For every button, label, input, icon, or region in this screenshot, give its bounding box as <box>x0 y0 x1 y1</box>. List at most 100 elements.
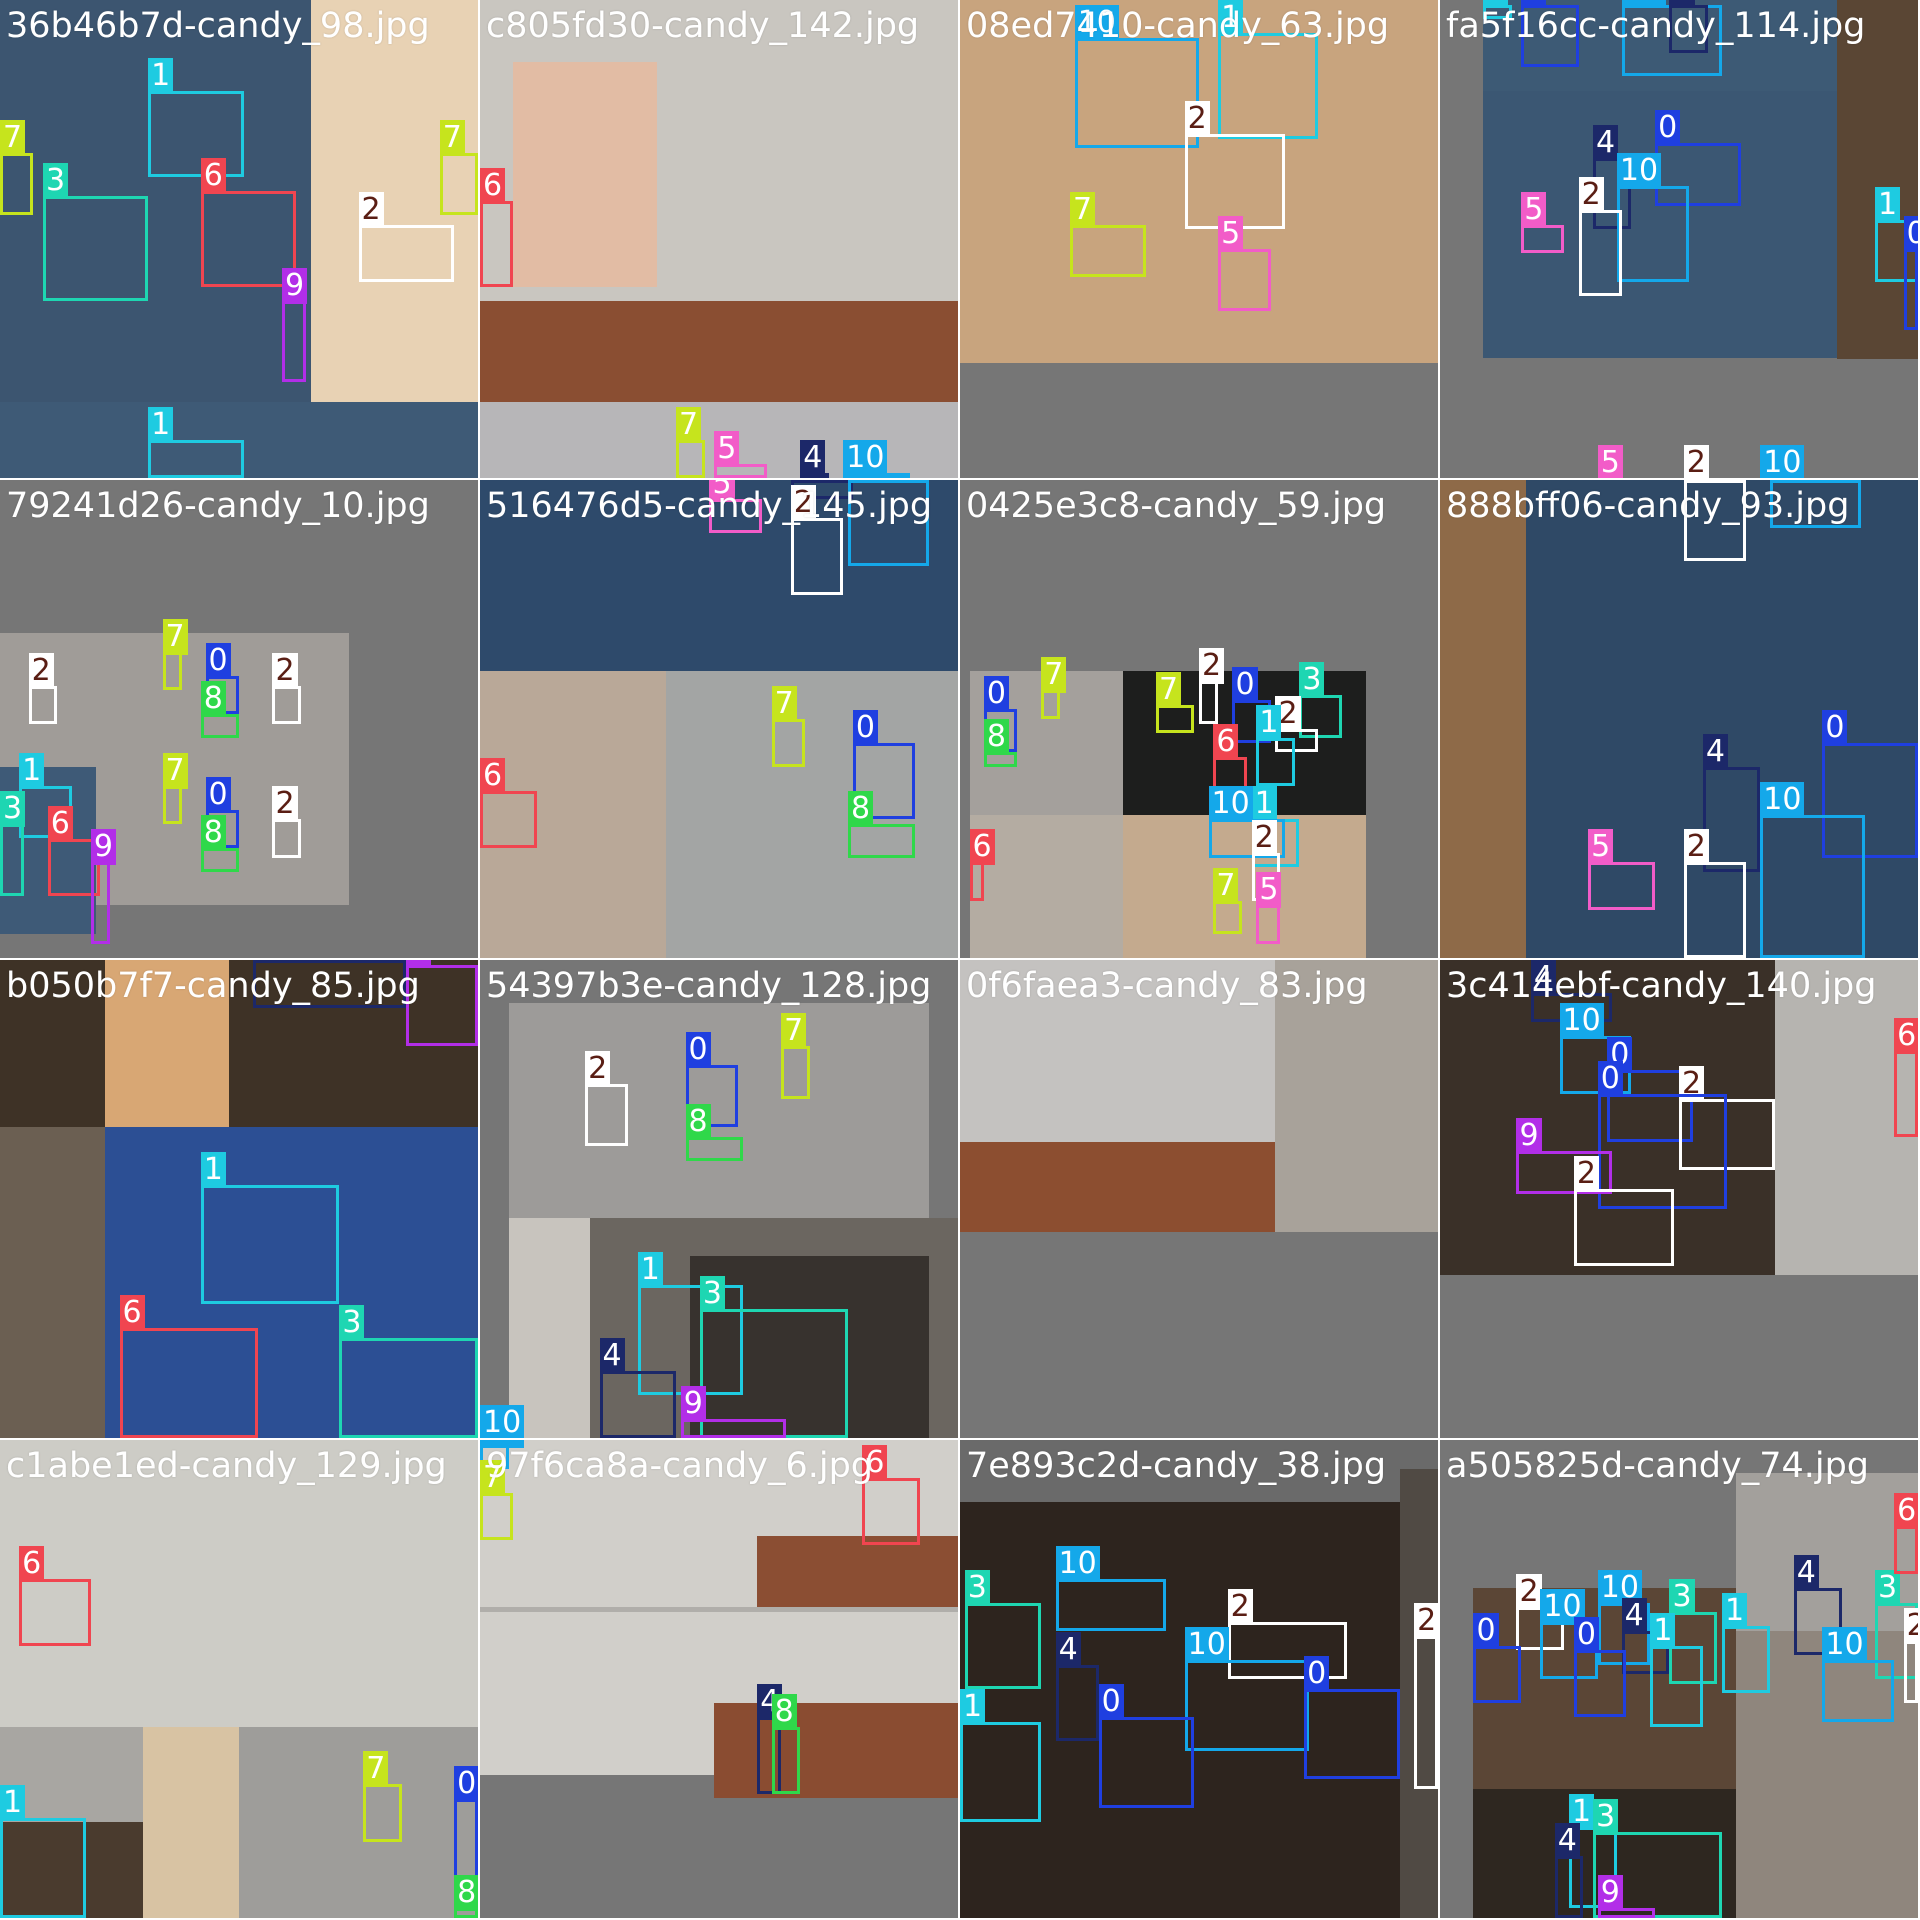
image-filename: 54397b3e-candy_128.jpg <box>486 966 932 1006</box>
detection-box: 4 <box>1702 733 1761 872</box>
class-label: 4 <box>1793 1555 1819 1592</box>
detection-box: 1 <box>148 57 244 177</box>
class-label: 6 <box>1894 1493 1918 1530</box>
detection-box: 10 <box>1822 1626 1895 1722</box>
class-label: 2 <box>358 191 384 228</box>
detection-box: 4 <box>1554 1822 1584 1918</box>
class-label: 0 <box>983 676 1009 713</box>
image-tile: 3c414ebf-candy_140.jpg 4 10 0 2 0 9 2 6 <box>1440 960 1920 1440</box>
class-label: 7 <box>363 1751 389 1788</box>
image-filename: 0f6faea3-candy_83.jpg <box>966 966 1368 1006</box>
detection-box: 10 <box>1055 1545 1166 1632</box>
class-label: 2 <box>28 652 54 689</box>
class-label: 10 <box>1760 781 1805 818</box>
image-tile: c805fd30-candy_142.jpg 6 7 5 4 10 <box>480 0 960 480</box>
class-label: 10 <box>480 1405 525 1438</box>
photo-region <box>757 1535 958 1608</box>
class-label: 6 <box>1213 724 1239 761</box>
detection-box: 2 <box>1578 177 1622 297</box>
image-filename: 888bff06-candy_93.jpg <box>1446 486 1850 526</box>
class-label: 4 <box>1702 733 1728 770</box>
detection-box: 2 <box>790 485 844 595</box>
image-tile: 0f6faea3-candy_83.jpg <box>960 960 1440 1440</box>
image-filename: 3c414ebf-candy_140.jpg <box>1446 966 1877 1006</box>
class-label: 2 <box>1227 1588 1253 1625</box>
detection-box: 3 <box>339 1304 478 1438</box>
detection-box: 2 <box>1573 1156 1675 1266</box>
class-label: 6 <box>200 158 226 195</box>
class-label: 2 <box>1573 1156 1599 1193</box>
class-label: 4 <box>1621 1598 1647 1635</box>
class-label: 3 <box>1299 662 1325 699</box>
detection-box: 6 <box>19 1545 91 1646</box>
class-label: 9 <box>680 1385 706 1422</box>
detection-box: 9 <box>90 829 116 944</box>
detection-box: 10 <box>1760 781 1866 958</box>
class-label: 0 <box>205 642 231 679</box>
class-label: 2 <box>1199 647 1225 684</box>
detection-box: 7 <box>675 406 705 478</box>
detection-box: 7 <box>771 686 806 767</box>
class-label: 1 <box>148 57 174 94</box>
class-label: 10 <box>1184 1626 1229 1663</box>
class-label: 2 <box>1578 177 1604 214</box>
class-label: 10 <box>1769 480 1814 483</box>
detection-box: 1 <box>1218 0 1319 139</box>
image-mosaic: 36b46b7d-candy_98.jpg 1 7 3 6 7 2 9 1 c805fd30-c… <box>0 0 1920 1920</box>
class-label: 2 <box>272 786 298 823</box>
detection-box: 0 <box>1304 1655 1400 1780</box>
class-label: 5 <box>714 430 740 467</box>
detection-box: 2 <box>358 191 455 283</box>
detection-box: 6 <box>1894 1493 1918 1574</box>
class-label: 2 <box>1251 819 1277 856</box>
detection-box: 6 <box>119 1295 259 1438</box>
image-filename: 0425e3c8-candy_59.jpg <box>966 486 1387 526</box>
class-label: 7 <box>439 119 465 156</box>
detection-box: 7 <box>439 119 478 216</box>
photo-region <box>0 1127 106 1438</box>
class-label: 3 <box>1874 1569 1901 1606</box>
detection-box: 0 <box>1573 1617 1627 1718</box>
class-label: 1 <box>637 1252 663 1289</box>
detection-box: 2 <box>1199 647 1225 724</box>
class-label: 6 <box>480 757 506 794</box>
image-filename: c805fd30-candy_142.jpg <box>486 6 920 46</box>
detection-box: 5 <box>1218 215 1271 311</box>
class-label: 0 <box>1098 1684 1124 1721</box>
detection-box: 7 <box>781 1013 810 1099</box>
detection-box: 7 <box>363 1751 402 1842</box>
class-label: 0 <box>454 1765 478 1802</box>
class-label: 2 <box>1683 480 1709 483</box>
class-label: 0 <box>852 709 878 746</box>
class-label: 2 <box>585 1051 611 1088</box>
class-label: 3 <box>964 1569 990 1606</box>
class-label: 10 <box>1208 786 1253 823</box>
class-label: 6 <box>969 829 995 866</box>
class-label: 10 <box>848 480 893 483</box>
class-label: 3 <box>43 162 69 199</box>
detection-box: 7 <box>1155 671 1195 734</box>
image-filename: c1abe1ed-candy_129.jpg <box>6 1446 447 1486</box>
class-label: 4 <box>1592 124 1619 161</box>
class-label: 6 <box>1894 1017 1918 1054</box>
class-label: 7 <box>1069 191 1096 228</box>
detection-box: 8 <box>848 791 915 858</box>
detection-box: 6 <box>969 829 995 901</box>
class-label: 7 <box>162 752 188 789</box>
image-tile: fa5f16cc-candy_114.jpg10104401052105210 <box>1440 0 1920 480</box>
class-label: 1 <box>0 1784 26 1821</box>
class-label: 3 <box>699 1275 725 1312</box>
class-label: 8 <box>200 815 226 852</box>
class-label: 1 <box>960 1689 986 1726</box>
class-label: 0 <box>1232 666 1258 703</box>
class-label: 4 <box>800 440 826 477</box>
image-tile: b050b7f7-candy_85.jpg49163 <box>0 960 480 1440</box>
class-label: 2 <box>1414 1602 1438 1639</box>
image-tile: 7e893c2d-candy_38.jpg 10 3 4 2 10 0 0 1 2 <box>960 1440 1440 1920</box>
class-label: 9 <box>1516 1118 1542 1155</box>
class-label: 8 <box>200 681 226 718</box>
class-label: 4 <box>1554 1822 1580 1859</box>
photo-region <box>960 1141 1276 1233</box>
class-label: 7 <box>1041 657 1067 694</box>
class-label: 10 <box>1760 445 1805 478</box>
